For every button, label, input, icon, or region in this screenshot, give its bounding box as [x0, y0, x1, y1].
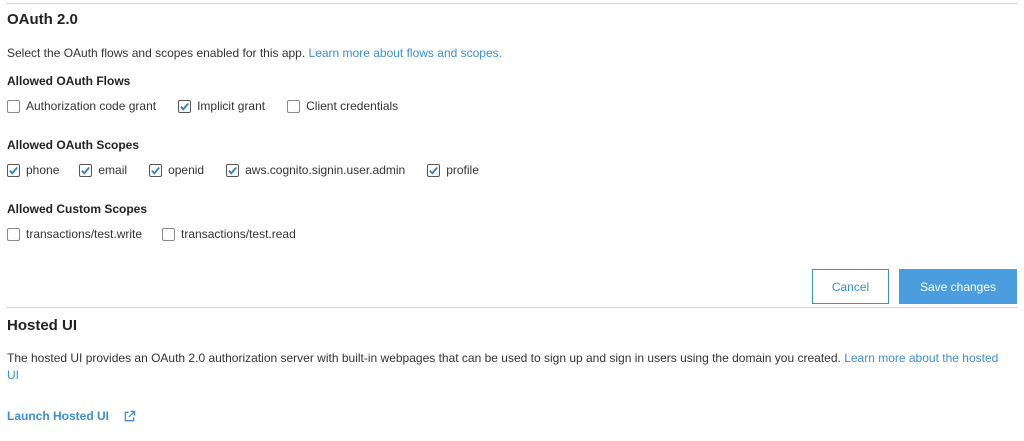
checkbox[interactable] — [7, 227, 20, 241]
checkbox-label: Client credentials — [306, 99, 399, 113]
custom-scope-test-write[interactable]: transactions/test.write — [7, 227, 142, 241]
hosted-ui-description: The hosted UI provides an OAuth 2.0 auth… — [7, 350, 1007, 384]
allowed-scopes-label: Allowed OAuth Scopes — [7, 138, 140, 152]
checkbox-checked[interactable] — [178, 99, 192, 113]
scope-cognito-admin[interactable]: aws.cognito.signin.user.admin — [226, 163, 405, 177]
checkbox-label: aws.cognito.signin.user.admin — [245, 163, 406, 177]
oauth-description: Select the OAuth flows and scopes enable… — [7, 45, 502, 62]
checkbox[interactable] — [7, 99, 20, 113]
check-icon — [228, 166, 237, 175]
checkbox-label: transactions/test.read — [181, 227, 296, 241]
check-icon — [151, 166, 160, 175]
checkbox-label: profile — [446, 163, 479, 177]
flow-implicit-grant[interactable]: Implicit grant — [178, 99, 265, 113]
oauth-description-text: Select the OAuth flows and scopes enable… — [7, 46, 306, 60]
launch-hosted-ui-link[interactable]: Launch Hosted UI — [7, 409, 136, 423]
checkbox-checked[interactable] — [226, 163, 240, 177]
section-divider — [6, 307, 1018, 308]
check-icon — [81, 166, 91, 175]
hosted-ui-description-text: The hosted UI provides an OAuth 2.0 auth… — [7, 351, 841, 365]
save-changes-button[interactable]: Save changes — [899, 269, 1017, 304]
allowed-flows-label: Allowed OAuth Flows — [7, 74, 131, 88]
scope-profile[interactable]: profile — [427, 163, 479, 177]
checkbox[interactable] — [287, 99, 301, 113]
check-icon — [9, 166, 18, 175]
learn-more-flows-link[interactable]: Learn more about flows and scopes. — [309, 46, 502, 60]
flow-client-credentials[interactable]: Client credentials — [287, 99, 398, 113]
flows-row: Authorization code grant Implicit grant … — [7, 99, 398, 113]
checkbox-checked[interactable] — [7, 163, 20, 177]
checkbox-label: Authorization code grant — [26, 99, 157, 113]
scope-phone[interactable]: phone — [7, 163, 59, 177]
top-divider — [6, 3, 1018, 4]
flow-authorization-code[interactable]: Authorization code grant — [7, 99, 156, 113]
oauth-section-title: OAuth 2.0 — [7, 11, 78, 28]
scope-openid[interactable]: openid — [149, 163, 204, 177]
scope-email[interactable]: email — [79, 163, 127, 177]
custom-scopes-row: transactions/test.write transactions/tes… — [7, 227, 296, 241]
checkbox-label: email — [98, 163, 128, 177]
allowed-custom-scopes-label: Allowed Custom Scopes — [7, 202, 148, 216]
checkbox-label: openid — [168, 163, 205, 177]
custom-scope-test-read[interactable]: transactions/test.read — [162, 227, 296, 241]
external-link-icon[interactable] — [123, 410, 136, 423]
checkbox-checked[interactable] — [79, 163, 93, 177]
scopes-row: phone email openid aws.cognito.signin.us… — [7, 163, 479, 177]
checkbox-label: phone — [26, 163, 60, 177]
check-icon — [429, 166, 439, 175]
check-icon — [180, 102, 189, 111]
checkbox[interactable] — [162, 227, 176, 241]
launch-hosted-ui-label[interactable]: Launch Hosted UI — [7, 409, 109, 423]
checkbox-checked[interactable] — [427, 163, 441, 177]
checkbox-checked[interactable] — [149, 163, 163, 177]
checkbox-label: transactions/test.write — [26, 227, 143, 241]
cancel-button[interactable]: Cancel — [812, 269, 889, 304]
hosted-ui-section-title: Hosted UI — [7, 317, 78, 334]
checkbox-label: Implicit grant — [197, 99, 266, 113]
